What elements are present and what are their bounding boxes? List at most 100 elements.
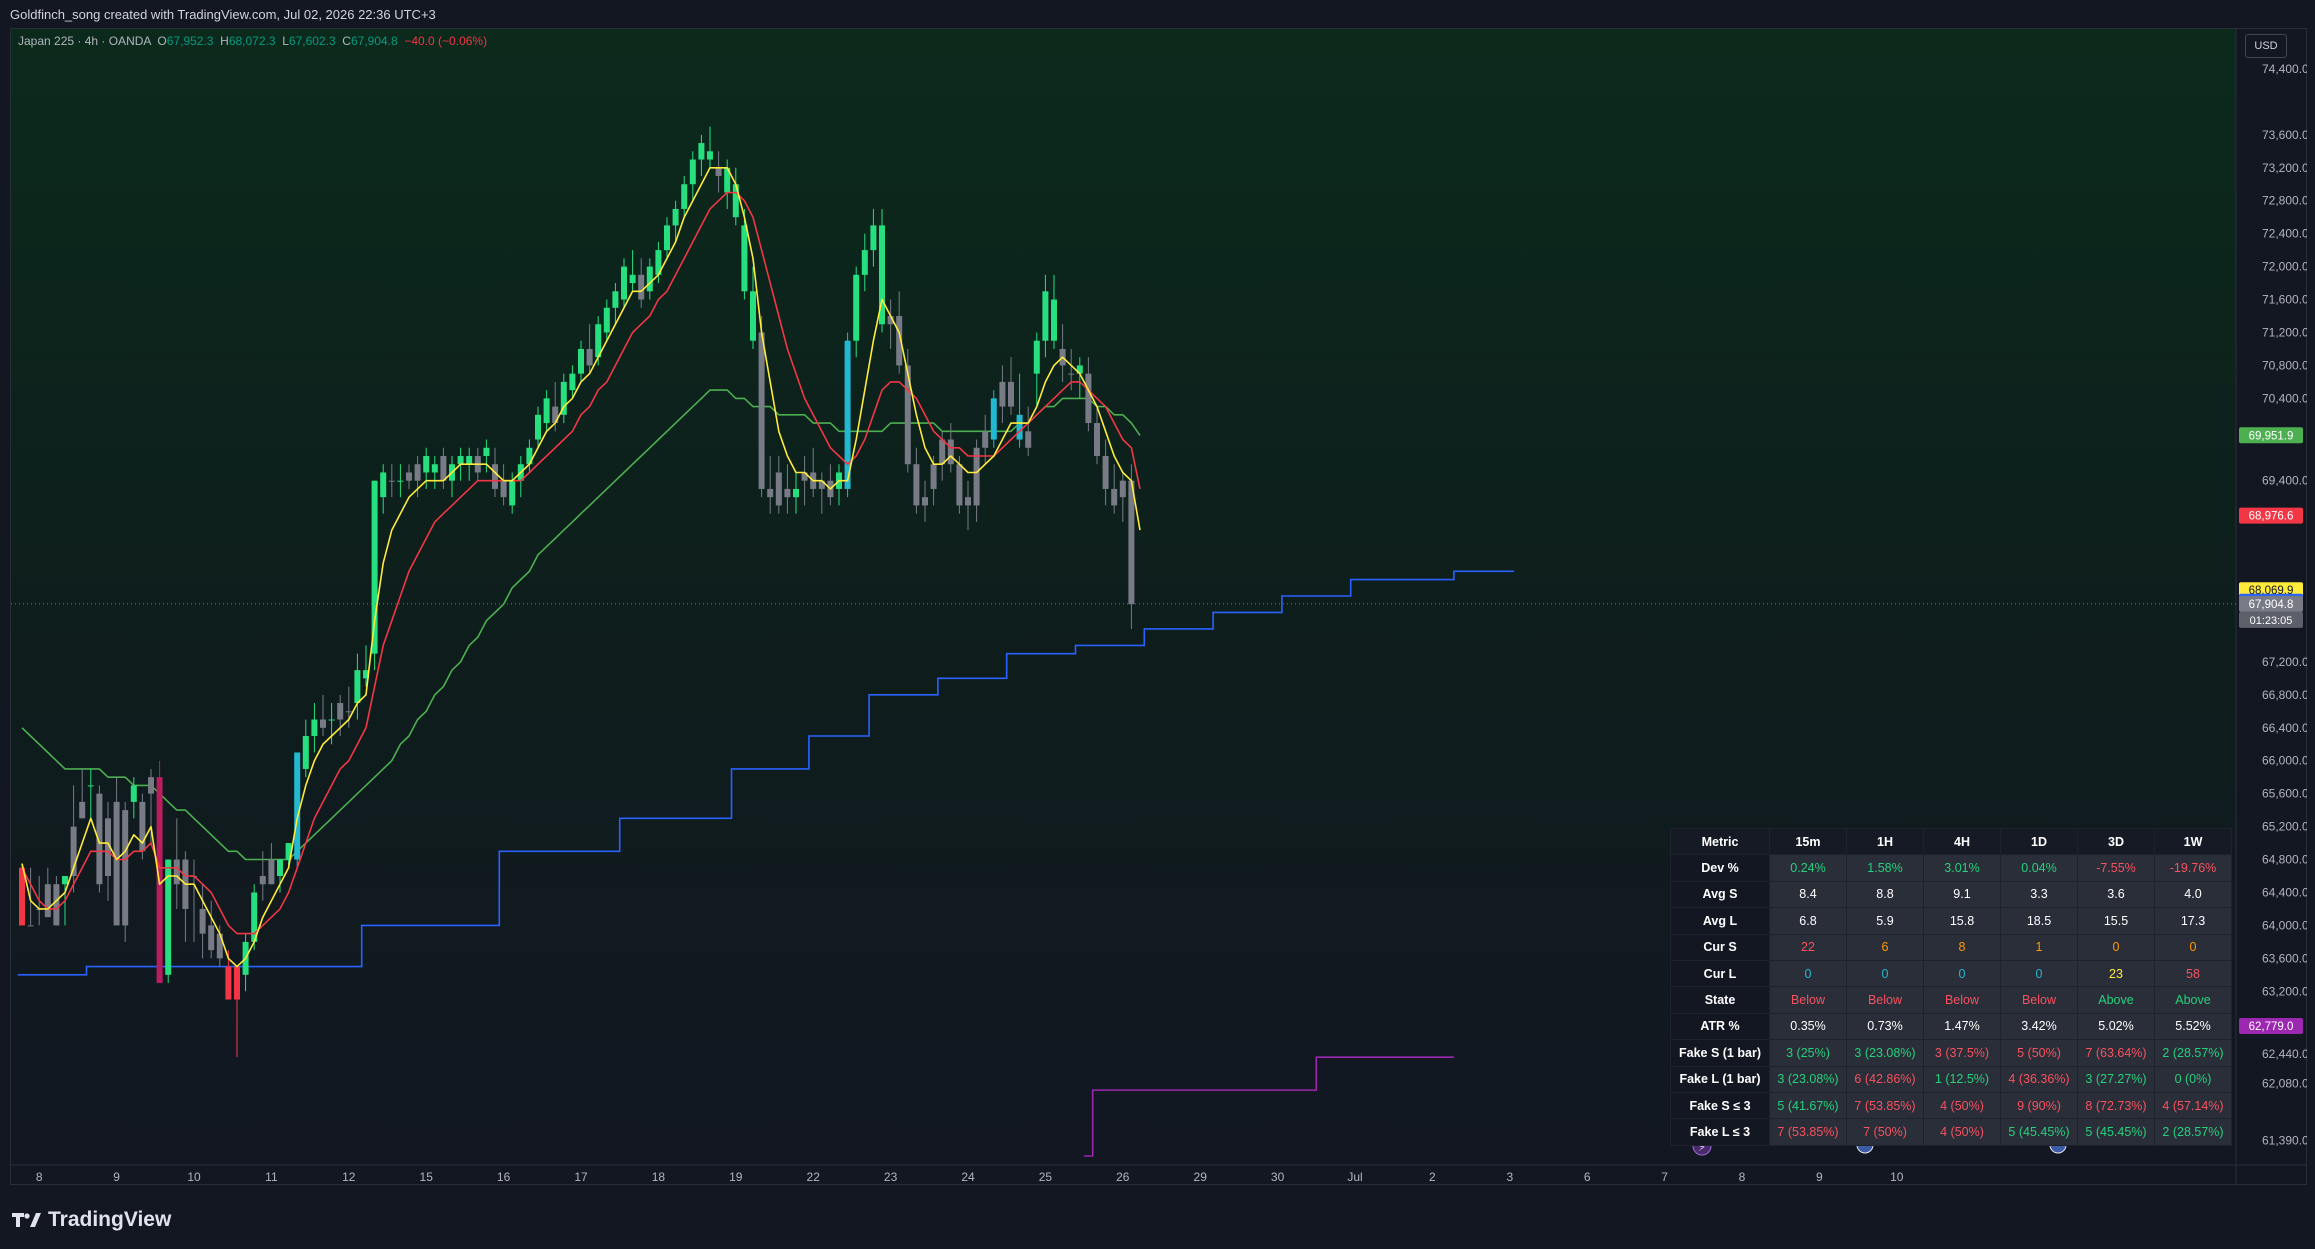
metric-value: 5 (50%) — [2000, 1039, 2078, 1067]
time-tick-label: 3 — [1506, 1170, 1513, 1184]
price-tick-label: 66,800.0 — [2262, 688, 2307, 702]
price-tick-label: 65,600.0 — [2262, 787, 2307, 801]
candle-body — [569, 373, 576, 391]
time-tick-label: 29 — [1194, 1170, 1208, 1184]
low-value: 67,602.3 — [288, 34, 336, 48]
candle-body — [681, 184, 688, 209]
metric-value: 9 (90%) — [2000, 1091, 2078, 1120]
metric-value: 7 (50%) — [1846, 1118, 1924, 1146]
metrics-header-row: Metric 15m 1H 4H 1D 3D 1W — [1670, 827, 2232, 856]
metric-value: Above — [2154, 986, 2232, 1014]
candle-body — [53, 884, 60, 926]
time-tick-label: 12 — [342, 1170, 356, 1184]
time-tick-label: 18 — [652, 1170, 666, 1184]
time-tick-label: Jul — [1347, 1170, 1362, 1184]
candle-body — [208, 925, 215, 951]
metric-value: 5 (45.45%) — [2077, 1118, 2155, 1146]
metric-value: 6 — [1846, 933, 1924, 961]
metric-row: ATR % 0.35% 0.73% 1.47% 3.42% 5.02% 5.52% — [1670, 1012, 2232, 1041]
candle-body — [1085, 373, 1092, 424]
time-tick-label: 16 — [497, 1170, 511, 1184]
candle-body — [672, 208, 679, 226]
candle-body — [982, 431, 989, 448]
candle-body — [130, 785, 137, 802]
candle-body — [311, 719, 318, 736]
candle-body — [268, 859, 275, 885]
metric-value: 3.42% — [2000, 1012, 2078, 1041]
metric-row: Fake S (1 bar) 3 (25%) 3 (23.08%) 3 (37.5%)… — [1670, 1039, 2232, 1067]
candle-body — [371, 480, 378, 654]
metric-name: ATR % — [1670, 1012, 1770, 1041]
candle-body — [302, 736, 309, 769]
candle-body — [113, 801, 120, 926]
metric-value: 8 (72.73%) — [2077, 1091, 2155, 1120]
candle-body — [784, 488, 791, 498]
timeframe-header: 1H — [1846, 827, 1924, 856]
tradingview-logo[interactable]: TradingView — [12, 1208, 171, 1232]
metric-value: 0 (0%) — [2154, 1065, 2232, 1093]
candle-body — [397, 480, 404, 482]
metric-name: State — [1670, 986, 1770, 1014]
candle-body — [844, 340, 851, 489]
candle-body — [225, 966, 232, 1000]
metric-value: Below — [2000, 986, 2078, 1014]
metric-value: Below — [1923, 986, 2001, 1014]
candle-body — [19, 867, 25, 926]
price-tick-label: 66,000.0 — [2262, 754, 2307, 768]
candle-body — [79, 801, 86, 819]
candle-body — [870, 225, 877, 251]
candle-body — [578, 348, 584, 374]
candle-body — [27, 925, 34, 927]
candle-body — [259, 876, 266, 885]
candle-body — [509, 480, 516, 506]
candle-body — [543, 398, 550, 424]
price-tick-label: 64,000.0 — [2262, 918, 2307, 932]
metric-value: 3.01% — [1923, 854, 2001, 882]
metrics-table: Metric 15m 1H 4H 1D 3D 1W Dev % 0.24% 1.58% 3.01%… — [1670, 827, 2232, 1146]
candle-body — [1042, 291, 1049, 341]
time-tick-label: 17 — [574, 1170, 588, 1184]
candle-body — [320, 719, 326, 728]
candle-body — [646, 266, 653, 292]
time-axis[interactable]: 8 9 10 11 12 15 16 17 18 19 22 23 24 25 26 29 30 Jul 2 3 6 7 8… — [36, 1170, 1904, 1184]
metric-value: 15.5 — [2077, 907, 2155, 935]
metric-value: Below — [1769, 986, 1847, 1014]
time-tick-label: 30 — [1271, 1170, 1285, 1184]
candle-body — [337, 703, 344, 720]
time-tick-label: 19 — [729, 1170, 743, 1184]
candle-body — [861, 250, 868, 275]
metric-value: 8.8 — [1846, 880, 1924, 909]
candle-body — [277, 859, 283, 876]
metric-value: 5.02% — [2077, 1012, 2155, 1041]
price-tick-label: 73,600.0 — [2262, 128, 2307, 142]
time-tick-label: 8 — [1739, 1170, 1746, 1184]
metric-value: 9.1 — [1923, 880, 2001, 909]
candle-body — [294, 752, 301, 860]
metric-value: -19.76% — [2154, 854, 2232, 882]
candle-body — [1016, 414, 1023, 440]
metric-row: State Below Below Below Below Above Above — [1670, 986, 2232, 1014]
time-tick-label: 2 — [1429, 1170, 1436, 1184]
metric-row: Fake S ≤ 35 (41.67%) 7 (53.85%) 4 (50%) 9 (… — [1670, 1091, 2232, 1120]
chart-credit: Goldfinch_song created with TradingView.… — [10, 7, 436, 22]
metric-row: Fake L (1 bar) 3 (23.08%) 6 (42.86%) 1 (12.… — [1670, 1065, 2232, 1093]
metric-value: 23 — [2077, 959, 2155, 988]
candle-body — [388, 480, 395, 482]
candle-body — [715, 167, 722, 176]
candle-body — [1102, 456, 1109, 489]
metric-value: 0 — [2000, 959, 2078, 988]
metric-name: Avg L — [1670, 907, 1770, 935]
metric-row: Avg S 8.4 8.8 9.1 3.3 3.6 4.0 — [1670, 880, 2232, 909]
currency-button[interactable]: USD — [2245, 34, 2287, 58]
candle-body — [1068, 373, 1075, 375]
price-tick-label: 66,400.0 — [2262, 721, 2307, 735]
metric-value: 1 — [2000, 933, 2078, 961]
candle-body — [603, 307, 610, 333]
metric-value: 58 — [2154, 959, 2232, 988]
time-tick-label: 10 — [187, 1170, 201, 1184]
candle-body — [612, 291, 619, 308]
time-tick-label: 9 — [1816, 1170, 1823, 1184]
high-value: 68,072.3 — [228, 34, 276, 48]
metric-value: 0.35% — [1769, 1012, 1847, 1041]
time-tick-label: 10 — [1890, 1170, 1904, 1184]
